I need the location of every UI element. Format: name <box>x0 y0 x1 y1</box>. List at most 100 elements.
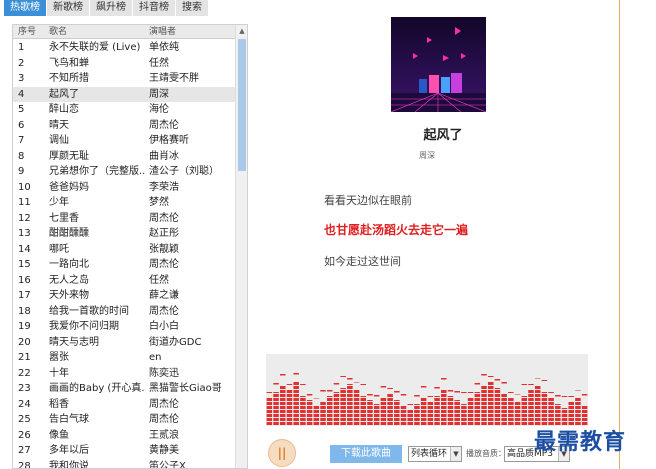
row-num: 10 <box>18 181 31 193</box>
row-num: 20 <box>18 336 31 348</box>
lyric-line-current: 也甘愿赴汤蹈火去走它一遍 <box>324 223 469 237</box>
pause-button[interactable]: || <box>268 439 296 467</box>
table-row[interactable]: 5 醉山恋 海伦 <box>13 102 236 118</box>
visualizer-peak <box>373 395 380 397</box>
row-title: 稻香 <box>49 398 69 410</box>
table-row[interactable]: 26 像鱼 王贰浪 <box>13 428 236 444</box>
row-num: 26 <box>18 429 31 441</box>
table-row[interactable]: 8 厚颜无耻 曲肖冰 <box>13 149 236 165</box>
row-num: 6 <box>18 119 25 131</box>
row-num: 7 <box>18 135 25 146</box>
header-artist[interactable]: 演唱者 <box>145 25 235 38</box>
table-row[interactable]: 12 七里香 周杰伦 <box>13 211 236 227</box>
row-title: 十年 <box>49 367 69 379</box>
visualizer-peak <box>333 383 340 385</box>
row-artist: 周杰伦 <box>149 398 179 410</box>
row-artist: 渣公子（刘聪） <box>149 166 219 177</box>
row-num: 18 <box>18 305 31 317</box>
tab-new[interactable]: 新歌榜 <box>47 0 90 16</box>
row-num: 23 <box>18 383 31 394</box>
table-row[interactable]: 15 一路向北 周杰伦 <box>13 257 236 273</box>
table-row[interactable]: 14 哪吒 张靓颖 <box>13 242 236 258</box>
visualizer-gap <box>266 377 588 378</box>
table-row[interactable]: 25 告白气球 周杰伦 <box>13 412 236 428</box>
row-artist: 白小白 <box>149 321 179 332</box>
song-list-scrollbar[interactable]: ▲ <box>235 25 247 468</box>
table-row[interactable]: 21 嚣张 en <box>13 350 236 366</box>
visualizer-bar <box>286 390 293 426</box>
table-row[interactable]: 11 少年 梦然 <box>13 195 236 211</box>
row-artist: 周杰伦 <box>149 119 179 131</box>
visualizer-bar <box>461 404 467 426</box>
row-title: 兄弟想你了（完整版... <box>49 166 145 177</box>
table-row[interactable]: 6 晴天 周杰伦 <box>13 118 236 134</box>
table-row[interactable]: 17 天外来物 薛之谦 <box>13 288 236 304</box>
visualizer-peak <box>481 374 487 376</box>
row-title: 不知所措 <box>49 73 89 84</box>
table-row[interactable]: 19 我爱你不问归期 白小白 <box>13 319 236 335</box>
audio-visualizer <box>266 354 588 426</box>
visualizer-peak <box>320 390 326 392</box>
header-title[interactable]: 歌名 <box>45 25 145 38</box>
row-num: 21 <box>18 352 31 363</box>
tab-rising[interactable]: 飙升榜 <box>90 0 133 16</box>
table-row[interactable]: 23 画画的Baby (开心真... 黑猫警长Giao哥 <box>13 381 236 397</box>
row-num: 1 <box>18 42 25 53</box>
table-row[interactable]: 24 稻香 周杰伦 <box>13 397 236 413</box>
row-artist: 陈奕迅 <box>149 367 179 379</box>
row-title: 爸爸妈妈 <box>49 181 89 193</box>
row-title: 多年以后 <box>49 445 89 456</box>
chevron-down-icon: ▼ <box>450 447 461 461</box>
row-title: 起风了 <box>49 88 79 100</box>
table-row[interactable]: 7 调仙 伊格赛听 <box>13 133 236 149</box>
visualizer-peak <box>273 383 279 385</box>
row-title: 告白气球 <box>49 414 89 425</box>
visualizer-gap <box>266 405 588 406</box>
download-button[interactable]: 下载此歌曲 <box>330 445 402 463</box>
lyric-line-next: 如今走过这世间 <box>324 255 401 268</box>
tab-hot[interactable]: 热歌榜 <box>4 0 47 16</box>
row-artist: 黄静美 <box>149 445 179 456</box>
tab-search[interactable]: 搜索 <box>176 0 209 16</box>
play-mode-select[interactable]: 列表循环 ▼ <box>408 446 462 462</box>
table-row[interactable]: 27 多年以后 黄静美 <box>13 443 236 459</box>
table-row[interactable]: 10 爸爸妈妈 李荣浩 <box>13 180 236 196</box>
table-row[interactable]: 4 起风了 周深 <box>13 86 236 102</box>
row-title: 哪吒 <box>49 243 69 255</box>
table-row[interactable]: 16 无人之岛 任然 <box>13 273 236 289</box>
table-row[interactable]: 22 十年 陈奕迅 <box>13 366 236 382</box>
player-panel: 起风了 周深 看看天边似在眼前 也甘愿赴汤蹈火去走它一遍 如今走过这世间 || … <box>266 0 620 469</box>
table-row[interactable]: 3 不知所措 王靖雯不胖 <box>13 71 236 87</box>
tab-douyin[interactable]: 抖音榜 <box>133 0 176 16</box>
table-row[interactable]: 9 兄弟想你了（完整版... 渣公子（刘聪） <box>13 164 236 180</box>
row-title: 给我一首歌的时间 <box>49 305 129 317</box>
row-num: 5 <box>18 104 25 115</box>
table-row[interactable]: 1 永不失联的爱 (Live) 单依纯 <box>13 40 236 56</box>
visualizer-gap <box>266 393 588 394</box>
table-row[interactable]: 2 飞鸟和蝉 任然 <box>13 56 236 72</box>
visualizer-gap <box>266 417 588 418</box>
visualizer-gap <box>266 397 588 398</box>
table-row[interactable]: 28 我和你说 笛公子X <box>13 459 236 469</box>
row-artist: 单依纯 <box>149 42 179 53</box>
table-row[interactable]: 13 酣酣醺醺 赵正彤 <box>13 226 236 242</box>
row-artist: 赵正彤 <box>149 228 179 239</box>
row-artist: 周杰伦 <box>149 305 179 317</box>
row-artist: 周杰伦 <box>149 212 179 224</box>
visualizer-peak <box>394 391 400 393</box>
row-artist: 黑猫警长Giao哥 <box>149 383 222 394</box>
visualizer-gap <box>266 401 588 402</box>
table-row[interactable]: 18 给我一首歌的时间 周杰伦 <box>13 304 236 320</box>
row-title: 画画的Baby (开心真... <box>49 383 145 394</box>
scroll-up-icon[interactable]: ▲ <box>236 25 247 37</box>
scroll-thumb[interactable] <box>238 39 246 171</box>
album-cover <box>391 17 486 112</box>
row-artist: 任然 <box>149 274 169 286</box>
header-num[interactable]: 序号 <box>13 25 45 38</box>
visualizer-peak <box>293 373 299 375</box>
table-row[interactable]: 20 晴天与志明 街道办GDC <box>13 335 236 351</box>
visualizer-bar <box>373 404 380 426</box>
row-title: 天外来物 <box>49 290 89 301</box>
row-artist: 周杰伦 <box>149 414 179 425</box>
row-artist: 笛公子X <box>149 460 186 469</box>
